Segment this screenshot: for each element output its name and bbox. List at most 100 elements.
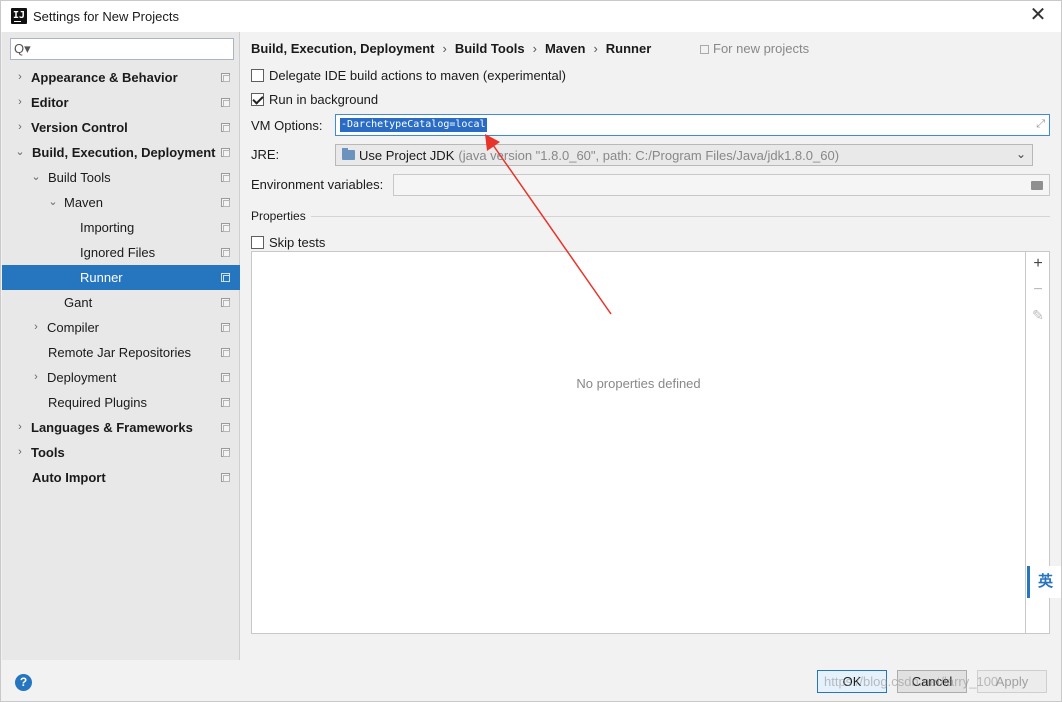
- environment-variables-label: Environment variables:: [251, 177, 384, 192]
- skip-tests-checkbox[interactable]: Skip tests: [251, 233, 325, 251]
- tree-item-label: Importing: [80, 220, 135, 235]
- chevron-right-icon[interactable]: ›: [14, 415, 26, 440]
- tree-item-remote-jar-repositories[interactable]: Remote Jar Repositories: [2, 340, 240, 365]
- tree-item-importing[interactable]: Importing: [2, 215, 240, 240]
- jre-label: JRE:: [251, 147, 280, 162]
- checkbox-box[interactable]: [251, 235, 264, 249]
- chevron-down-icon[interactable]: ⌄: [30, 165, 42, 190]
- tree-item-label: Version Control: [31, 120, 128, 135]
- tree-item-compiler[interactable]: › Compiler: [2, 315, 240, 340]
- tree-item-deployment[interactable]: › Deployment: [2, 365, 240, 390]
- tree-item-build-execution-deployment[interactable]: ⌄ Build, Execution, Deployment: [2, 140, 240, 165]
- tree-item-languages-frameworks[interactable]: › Languages & Frameworks: [2, 415, 240, 440]
- tree-item-version-control[interactable]: › Version Control: [2, 115, 240, 140]
- jre-value: Use Project JDK: [359, 148, 455, 163]
- jre-selected-value: Use Project JDK (java version "1.8.0_60",…: [359, 148, 839, 163]
- tree-item-required-plugins[interactable]: Required Plugins: [2, 390, 240, 415]
- chevron-right-icon[interactable]: ›: [30, 315, 42, 340]
- breadcrumb-separator: ›: [593, 41, 598, 56]
- chevron-right-icon[interactable]: ›: [14, 90, 26, 115]
- vm-options-field[interactable]: -DarchetypeCatalog=local ⤢: [335, 114, 1050, 136]
- properties-section-title: Properties: [251, 209, 306, 223]
- tree-item-label: Build Tools: [48, 170, 111, 185]
- chevron-right-icon[interactable]: ›: [14, 440, 26, 465]
- project-scope-icon: [221, 473, 230, 482]
- edit-icon[interactable]: ✎: [1026, 307, 1050, 324]
- environment-variables-field[interactable]: [393, 174, 1050, 196]
- breadcrumb-item: Maven: [544, 41, 586, 56]
- tree-item-label: Remote Jar Repositories: [48, 345, 192, 360]
- project-scope-icon: [221, 173, 230, 182]
- project-scope-icon: [221, 273, 230, 282]
- tree-item-appearance-behavior[interactable]: › Appearance & Behavior: [2, 65, 240, 90]
- chevron-down-icon[interactable]: ⌄: [14, 140, 26, 165]
- folder-browse-icon[interactable]: [1031, 181, 1043, 190]
- project-scope-icon: [221, 248, 230, 257]
- tree-item-maven[interactable]: ⌄ Maven: [2, 190, 240, 215]
- tree-item-auto-import[interactable]: Auto Import: [2, 465, 240, 490]
- run-in-background-checkbox[interactable]: Run in background: [251, 90, 378, 108]
- vm-options-value[interactable]: -DarchetypeCatalog=local: [340, 118, 487, 132]
- project-scope-icon: [221, 73, 230, 82]
- empty-state-text: No properties defined: [576, 376, 701, 391]
- ime-language-indicator[interactable]: 英: [1027, 566, 1061, 598]
- checkbox-box[interactable]: [251, 68, 264, 82]
- project-scope-icon: [700, 45, 709, 54]
- help-icon[interactable]: ?: [15, 674, 32, 691]
- chevron-down-icon[interactable]: ⌄: [1016, 147, 1026, 161]
- search-icon[interactable]: Q▾: [14, 41, 31, 57]
- properties-table[interactable]: No properties defined: [251, 251, 1026, 634]
- chevron-down-icon[interactable]: ⌄: [47, 190, 59, 215]
- jdk-folder-icon: [342, 148, 355, 160]
- jre-dropdown[interactable]: Use Project JDK (java version "1.8.0_60",…: [335, 144, 1033, 166]
- add-icon[interactable]: +: [1026, 255, 1050, 273]
- tree-item-gant[interactable]: Gant: [2, 290, 240, 315]
- breadcrumb: Build, Execution, Deployment › Build Tools…: [251, 41, 651, 56]
- chevron-right-icon[interactable]: ›: [30, 365, 42, 390]
- tree-item-label: Languages & Frameworks: [31, 420, 193, 435]
- tree-item-label: Maven: [64, 195, 104, 210]
- tree-item-editor[interactable]: › Editor: [2, 90, 240, 115]
- remove-icon[interactable]: −: [1026, 281, 1050, 299]
- ok-button[interactable]: OK: [817, 670, 887, 693]
- checkbox-label: Skip tests: [269, 234, 326, 250]
- chevron-right-icon[interactable]: ›: [14, 115, 26, 140]
- breadcrumb-item: Build Tools: [454, 41, 525, 56]
- jre-detail: (java version "1.8.0_60", path: C:/Progr…: [458, 148, 840, 163]
- cancel-button[interactable]: Cancel: [897, 670, 967, 693]
- apply-button[interactable]: Apply: [977, 670, 1047, 693]
- breadcrumb-item: Build, Execution, Deployment: [251, 41, 435, 56]
- settings-sidebar: Q▾ › Appearance & Behavior › Editor › Ve…: [2, 32, 240, 660]
- settings-dialog: IJ Settings for New Projects ✕ Q▾ › Appe…: [0, 0, 1062, 702]
- title-bar: IJ Settings for New Projects ✕: [1, 1, 1061, 32]
- project-scope-icon: [221, 373, 230, 382]
- checkbox-box[interactable]: [251, 92, 264, 106]
- close-icon[interactable]: ✕: [1015, 1, 1061, 32]
- settings-search-input[interactable]: [35, 40, 231, 58]
- breadcrumb-item: Runner: [605, 41, 652, 56]
- scope-hint: For new projects: [700, 41, 809, 56]
- tree-item-label: Compiler: [47, 320, 100, 335]
- settings-search-box[interactable]: Q▾: [10, 38, 234, 60]
- delegate-build-checkbox[interactable]: Delegate IDE build actions to maven (exp…: [251, 66, 566, 84]
- project-scope-icon: [221, 198, 230, 207]
- tree-item-label: Runner: [80, 270, 123, 285]
- project-scope-icon: [221, 423, 230, 432]
- tree-item-label: Gant: [64, 295, 93, 310]
- tree-item-ignored-files[interactable]: Ignored Files: [2, 240, 240, 265]
- tree-item-tools[interactable]: › Tools: [2, 440, 240, 465]
- tree-item-label: Deployment: [47, 370, 117, 385]
- tree-item-label: Editor: [31, 95, 69, 110]
- expand-icon[interactable]: ⤢: [1036, 118, 1045, 131]
- breadcrumb-separator: ›: [442, 41, 447, 56]
- runner-settings-panel: Build, Execution, Deployment › Build Tools…: [241, 32, 1061, 660]
- intellij-app-icon: IJ: [11, 8, 27, 24]
- project-scope-icon: [221, 323, 230, 332]
- tree-item-runner[interactable]: Runner: [2, 265, 240, 290]
- chevron-right-icon[interactable]: ›: [14, 65, 26, 90]
- tree-item-label: Build, Execution, Deployment: [32, 145, 216, 160]
- checkbox-label: Run in background: [269, 91, 379, 107]
- tree-item-build-tools[interactable]: ⌄ Build Tools: [2, 165, 240, 190]
- breadcrumb-separator: ›: [532, 41, 537, 56]
- project-scope-icon: [221, 348, 230, 357]
